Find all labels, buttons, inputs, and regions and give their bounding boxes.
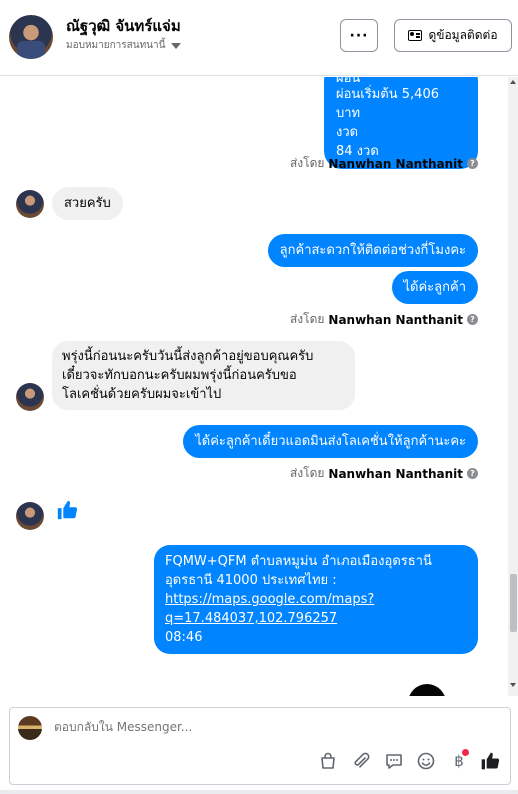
bottom-divider	[0, 790, 518, 794]
chevron-down-icon	[171, 42, 182, 49]
conversation-header: ณัฐวุฒิ จันทร์แจ่ม มอบหมายการสนทนานี้ ··…	[0, 0, 518, 76]
message-text: โลเคชั่นด้วยครับผมจะเข้าไป	[62, 387, 222, 402]
message-bubble-incoming[interactable]: พรุ่งนี้ก่อนนะครับวันนี้ส่งลูกค้าอยู่ขอบ…	[52, 341, 355, 410]
attachment-icon[interactable]	[351, 751, 371, 771]
message-bubble-outgoing[interactable]: FQMW+QFM ตำบลหมูม่น อำเภอเมืองอุดรธานี อ…	[154, 545, 478, 654]
message-text: งวด	[336, 125, 359, 140]
message-list: ผ่อน ผ่อนเริ่มต้น 5,406 บาท งวด 84 งวด ส…	[0, 77, 518, 696]
saved-reply-icon[interactable]	[384, 751, 404, 771]
page-avatar	[18, 716, 42, 740]
assign-conversation[interactable]: มอบหมายการสนทนานี้	[66, 38, 182, 53]
map-link[interactable]: q=17.484037,102.796257	[165, 609, 467, 628]
thumbs-up-icon[interactable]	[480, 751, 500, 771]
scroll-up-icon[interactable]	[510, 80, 516, 84]
message-bubble-outgoing[interactable]: ลูกค้าสะดวกให้ติดต่อช่วงกี่โมงคะ	[267, 234, 478, 267]
reply-composer: ฿	[9, 707, 511, 785]
assign-conversation-label: มอบหมายการสนทนานี้	[66, 40, 166, 51]
notification-dot	[462, 749, 469, 756]
baht-payment-icon[interactable]: ฿	[449, 749, 469, 771]
scrollbar[interactable]	[508, 77, 518, 696]
message-text: อุดรธานี 41000 ประเทศไทย :	[165, 573, 337, 588]
contact-avatar-small[interactable]	[16, 383, 44, 411]
info-icon[interactable]: ?	[467, 158, 478, 169]
map-link[interactable]: https://maps.google.com/maps?	[165, 590, 467, 609]
message-text: ผ่อน	[336, 77, 361, 85]
sender-name: Nanwhan Nanthanit	[328, 312, 463, 327]
sent-by-label: ส่งโดย Nanwhan Nanthanit ?	[290, 310, 478, 329]
contact-avatar[interactable]	[9, 15, 53, 59]
reply-input[interactable]	[54, 720, 474, 734]
thumbs-up-icon[interactable]	[56, 498, 78, 522]
message-text: ผ่อนเริ่มต้น 5,406 บาท	[336, 87, 439, 121]
sent-by-label: ส่งโดย Nanwhan Nanthanit ?	[290, 464, 478, 483]
message-text: พรุ่งนี้ก่อนนะครับวันนี้ส่งลูกค้าอยู่ขอบ…	[62, 349, 314, 364]
seen-avatar	[408, 684, 446, 696]
scrollbar-thumb[interactable]	[510, 574, 517, 632]
sent-by-prefix: ส่งโดย	[289, 156, 325, 170]
info-icon[interactable]: ?	[467, 468, 478, 479]
message-bubble-outgoing[interactable]: ได้ค่ะลูกค้าเดี๋ยวแอดมินส่งโลเคชั่นให้ลู…	[183, 425, 478, 458]
message-bubble-outgoing[interactable]: ได้ค่ะลูกค้า	[391, 271, 478, 304]
contact-card-icon	[408, 30, 423, 41]
sent-by-prefix: ส่งโดย	[289, 312, 325, 326]
more-options-button[interactable]: ···	[340, 19, 378, 52]
contact-name[interactable]: ณัฐวุฒิ จันทร์แจ่ม	[66, 14, 181, 38]
info-icon[interactable]: ?	[467, 314, 478, 325]
contact-avatar-small[interactable]	[16, 190, 44, 218]
sent-by-prefix: ส่งโดย	[289, 466, 325, 480]
message-text: เดี๋ยวจะทักบอกนะครับผมพรุ่งนี้ก่อนครับขอ	[62, 368, 297, 383]
sender-name: Nanwhan Nanthanit	[328, 466, 463, 481]
scroll-down-icon[interactable]	[510, 683, 516, 687]
sent-by-label: ส่งโดย Nanwhan Nanthanit ?	[290, 154, 478, 173]
message-text: FQMW+QFM ตำบลหมูม่น อำเภอเมืองอุดรธานี	[165, 554, 432, 569]
message-bubble-incoming[interactable]: สวยครับ	[52, 187, 123, 220]
contact-avatar-small[interactable]	[16, 502, 44, 530]
view-contact-button[interactable]: ดูข้อมูลติดต่อ	[394, 19, 512, 52]
view-contact-label: ดูข้อมูลติดต่อ	[428, 28, 498, 42]
emoji-icon[interactable]	[416, 751, 436, 771]
sender-name: Nanwhan Nanthanit	[328, 156, 463, 171]
message-time: 08:46	[165, 630, 203, 645]
bag-icon[interactable]	[318, 751, 338, 771]
